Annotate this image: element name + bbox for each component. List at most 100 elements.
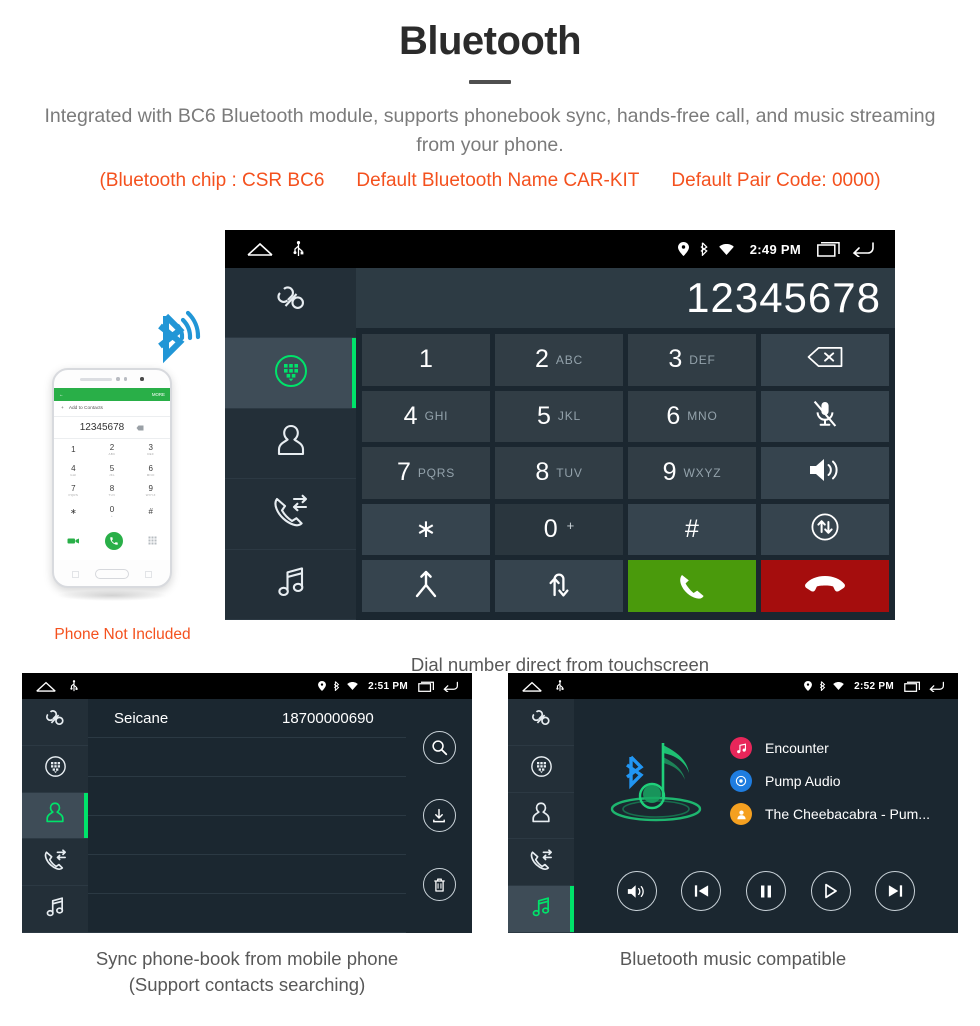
- wifi-icon: [833, 682, 844, 690]
- phone-more-label[interactable]: MORE: [152, 392, 165, 397]
- phonebook-status-bar: 2:51 PM: [22, 673, 472, 699]
- phone-key-5[interactable]: 5 JKL: [93, 460, 132, 481]
- dialer-sidebar[interactable]: [225, 268, 356, 620]
- key-merge-call[interactable]: [362, 560, 490, 612]
- key-7[interactable]: 7 PQRS: [362, 447, 490, 499]
- album-name: Pump Audio: [765, 773, 841, 789]
- key-audio-transfer[interactable]: [761, 503, 889, 556]
- sidebar-item-dialpad[interactable]: [508, 746, 574, 793]
- table-row[interactable]: [88, 894, 406, 933]
- sidebar-item-contacts[interactable]: [225, 409, 356, 480]
- key-hash[interactable]: #: [628, 503, 756, 556]
- table-row[interactable]: Seicane 18700000690: [88, 699, 406, 738]
- dialer-keypad[interactable]: 1 2 ABC 3 DEF 4 GHI 5 JKL 6 MNO 7 PQRS 8 TUV 9 WXYZ ∗ 0 + #: [356, 328, 895, 620]
- sidebar-item-dialpad[interactable]: [22, 746, 88, 793]
- key-call-end[interactable]: [761, 560, 889, 612]
- phone-dialpad-icon[interactable]: [148, 536, 157, 547]
- back-arrow-icon[interactable]: [928, 681, 945, 692]
- recent-apps-icon[interactable]: [817, 241, 841, 257]
- phone-key-9[interactable]: 9 WXYZ: [131, 481, 170, 502]
- table-row[interactable]: [88, 816, 406, 855]
- dialed-number-bar: 12345678: [356, 268, 895, 328]
- download-icon[interactable]: [422, 799, 456, 833]
- phone-back-icon[interactable]: ←: [59, 392, 63, 397]
- back-arrow-icon[interactable]: [851, 241, 875, 257]
- key-call-answer[interactable]: [628, 560, 756, 612]
- sidebar-item-dialpad[interactable]: [225, 338, 356, 409]
- key-mic-mute[interactable]: [761, 390, 889, 443]
- phone-key-6[interactable]: 6 MNO: [131, 460, 170, 481]
- phone-home-row: [54, 560, 170, 586]
- key-digit: 7: [396, 458, 411, 487]
- table-row[interactable]: [88, 777, 406, 816]
- phonebook-actions[interactable]: [406, 699, 472, 933]
- pause-icon[interactable]: [745, 871, 786, 911]
- sidebar-item-contacts[interactable]: [508, 793, 574, 840]
- music-note-badge-icon: [730, 737, 752, 759]
- phone-key-3[interactable]: 3 DEF: [131, 439, 170, 460]
- key-backspace[interactable]: [761, 334, 889, 386]
- phone-add-contact-row[interactable]: + Add to Contacts: [54, 401, 170, 417]
- phone-home-button[interactable]: [95, 569, 129, 579]
- speaker-icon[interactable]: [616, 871, 657, 911]
- phone-key-hash[interactable]: #: [131, 501, 170, 522]
- key-digit: 3: [668, 345, 683, 374]
- sidebar-item-call-history[interactable]: [22, 839, 88, 887]
- sidebar-item-pair-link[interactable]: [225, 268, 356, 339]
- sidebar-item-contacts[interactable]: [22, 792, 88, 840]
- sidebar-item-call-history[interactable]: [225, 479, 356, 550]
- phonebook-caption: Sync phone-book from mobile phone (Suppo…: [22, 946, 472, 999]
- skip-next-icon[interactable]: [875, 871, 916, 911]
- phone-call-button[interactable]: [104, 532, 123, 550]
- sidebar-item-bluetooth-music[interactable]: [22, 886, 88, 933]
- music-controls[interactable]: [574, 857, 958, 933]
- key-5[interactable]: 5 JKL: [495, 390, 623, 443]
- key-3[interactable]: 3 DEF: [628, 334, 756, 386]
- contact-name: Seicane: [114, 709, 169, 727]
- table-row[interactable]: [88, 855, 406, 894]
- phone-key-1[interactable]: 1: [54, 439, 93, 460]
- phone-key-2[interactable]: 2 ABC: [93, 439, 132, 460]
- key-2[interactable]: 2 ABC: [495, 334, 623, 386]
- phone-key-4[interactable]: 4 GHI: [54, 460, 93, 481]
- trash-icon[interactable]: [422, 868, 456, 902]
- bluetooth-icon: [820, 681, 826, 691]
- sidebar-item-pair-link[interactable]: [22, 699, 88, 746]
- home-icon[interactable]: [247, 242, 273, 256]
- key-speaker[interactable]: [761, 447, 889, 499]
- key-8[interactable]: 8 TUV: [495, 447, 623, 499]
- phone-key-7[interactable]: 7 PQRS: [54, 481, 93, 502]
- back-arrow-icon[interactable]: [442, 681, 459, 692]
- sidebar-item-call-history[interactable]: [508, 839, 574, 887]
- phone-key-star[interactable]: ∗: [54, 501, 93, 522]
- wifi-icon: [347, 682, 358, 690]
- contacts-list[interactable]: Seicane 18700000690: [88, 699, 406, 933]
- key-1[interactable]: 1: [362, 334, 490, 386]
- play-icon[interactable]: [810, 871, 851, 911]
- home-icon[interactable]: [522, 681, 542, 692]
- sidebar-item-bluetooth-music[interactable]: [508, 886, 574, 933]
- recent-apps-icon[interactable]: [418, 681, 435, 692]
- home-icon[interactable]: [36, 681, 56, 692]
- phone-key-8[interactable]: 8 TUV: [93, 481, 132, 502]
- key-0[interactable]: 0 +: [495, 503, 623, 556]
- skip-previous-icon[interactable]: [681, 871, 722, 911]
- artist-badge-icon: [730, 803, 752, 825]
- table-row[interactable]: [88, 738, 406, 777]
- key-6[interactable]: 6 MNO: [628, 390, 756, 443]
- recent-apps-icon[interactable]: [904, 681, 921, 692]
- phone-key-0[interactable]: 0 +: [93, 501, 132, 522]
- phone-video-icon[interactable]: [67, 537, 80, 545]
- search-icon[interactable]: [422, 730, 456, 764]
- key-star[interactable]: ∗: [362, 503, 490, 556]
- key-4[interactable]: 4 GHI: [362, 390, 490, 443]
- sidebar-item-bluetooth-music[interactable]: [225, 550, 356, 620]
- bluetooth-music-note-art: [596, 705, 716, 857]
- phone-keypad[interactable]: 1 2 ABC 3 DEF 4 GHI 5 JKL 6 MNO 7 PQRS 8 TUV 9 WXYZ ∗ 0 + #: [54, 439, 170, 522]
- music-sidebar[interactable]: [508, 699, 574, 933]
- key-swap-call[interactable]: [495, 560, 623, 612]
- call-answer-icon: [672, 565, 712, 608]
- sidebar-item-pair-link[interactable]: [508, 699, 574, 746]
- key-9[interactable]: 9 WXYZ: [628, 447, 756, 499]
- phonebook-sidebar[interactable]: [22, 699, 88, 933]
